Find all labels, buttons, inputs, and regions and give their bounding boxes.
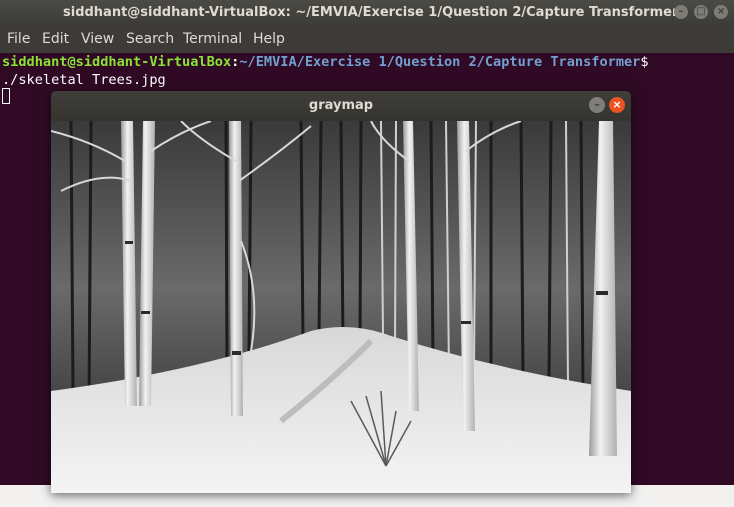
graymap-image <box>51 121 631 493</box>
terminal-cursor <box>2 88 10 104</box>
graymap-titlebar[interactable]: graymap – × <box>51 91 631 121</box>
command-line: ./skeletal Trees.jpg <box>2 72 166 88</box>
graymap-title: graymap <box>308 98 374 113</box>
terminal-titlebar[interactable]: siddhant@siddhant-VirtualBox: ~/EMVIA/Ex… <box>0 0 734 26</box>
graymap-minimize-button[interactable]: – <box>589 97 605 113</box>
menu-edit[interactable]: Edit <box>42 26 69 53</box>
graymap-window[interactable]: graymap – × <box>51 91 631 493</box>
prompt-symbol: $ <box>640 54 649 70</box>
menu-help[interactable]: Help <box>253 26 285 53</box>
menu-terminal[interactable]: Terminal <box>183 26 242 53</box>
forest-image <box>51 121 631 493</box>
maximize-button[interactable]: □ <box>694 5 708 19</box>
menu-search[interactable]: Search <box>126 26 174 53</box>
prompt-user: siddhant@siddhant-VirtualBox <box>2 54 232 70</box>
menu-file[interactable]: File <box>7 26 30 53</box>
prompt-line: siddhant@siddhant-VirtualBox:~/EMVIA/Exe… <box>2 53 649 71</box>
prompt-path: ~/EMVIA/Exercise 1/Question 2/Capture Tr… <box>239 54 641 70</box>
menu-view[interactable]: View <box>81 26 114 53</box>
window-title: siddhant@siddhant-VirtualBox: ~/EMVIA/Ex… <box>63 5 679 20</box>
close-button[interactable]: × <box>714 5 728 19</box>
minimize-button[interactable]: – <box>674 5 688 19</box>
menu-bar: File Edit View Search Terminal Help <box>0 26 734 53</box>
graymap-close-button[interactable]: × <box>609 97 625 113</box>
